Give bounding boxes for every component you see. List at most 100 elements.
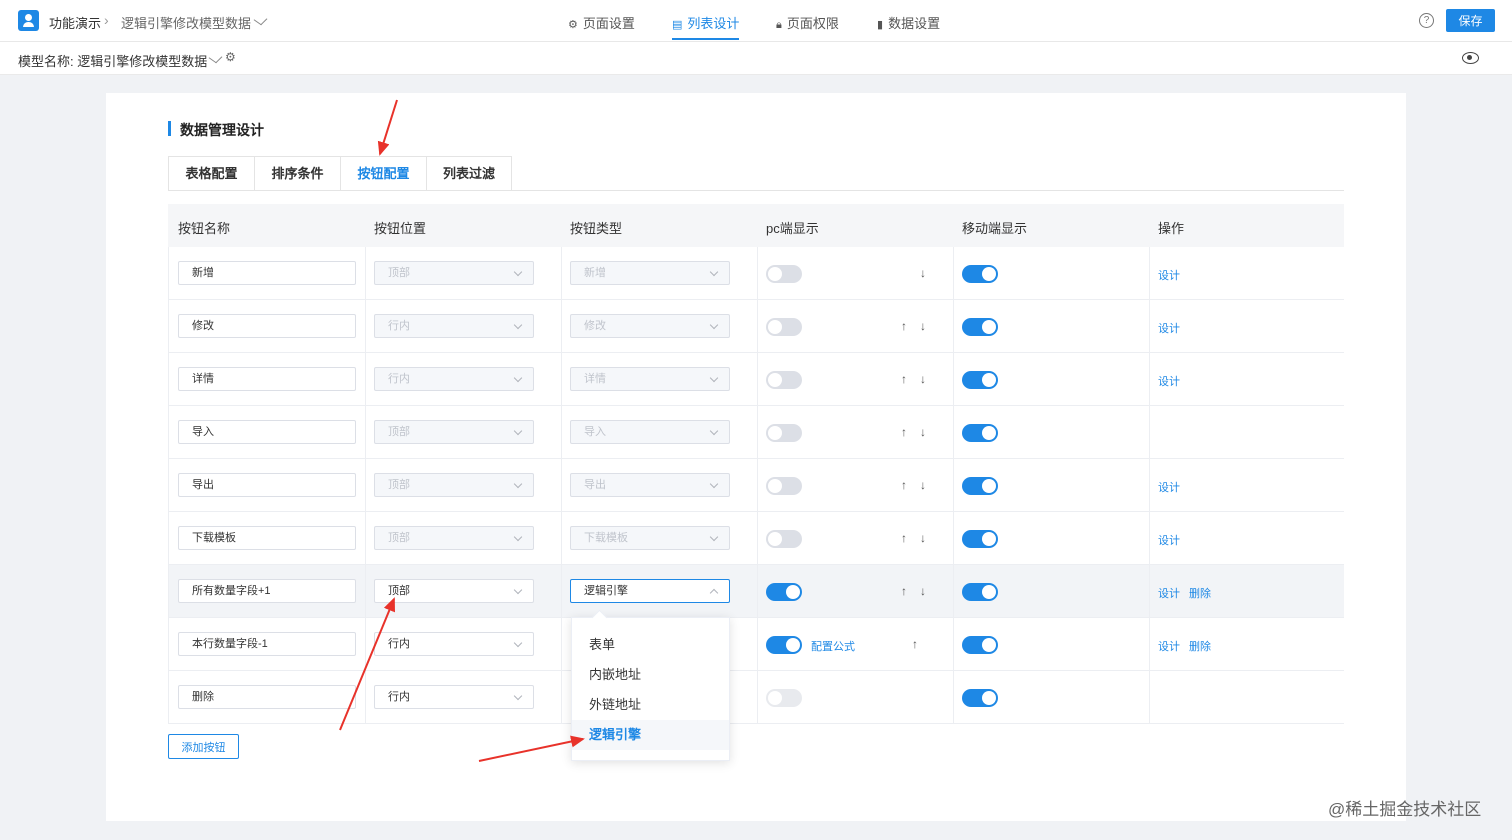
dropdown-option-form[interactable]: 表单 xyxy=(572,630,729,660)
model-bar: 模型名称: 逻辑引擎修改模型数据 ⚙ xyxy=(0,42,1512,75)
bar-chart-icon: ▮ xyxy=(877,19,884,31)
add-button[interactable]: 添加按钮 xyxy=(168,734,239,759)
configure-formula-link[interactable]: 配置公式 xyxy=(811,638,855,654)
button-name-input[interactable]: 导出 xyxy=(178,473,356,497)
move-up-icon[interactable]: ↑ xyxy=(901,425,907,439)
design-link[interactable]: 设计 xyxy=(1158,373,1180,389)
button-type-select[interactable]: 逻辑引擎 xyxy=(570,579,730,603)
move-down-icon[interactable]: ↓ xyxy=(920,266,926,280)
button-type-select[interactable]: 修改 xyxy=(570,314,730,338)
design-link[interactable]: 设计 xyxy=(1158,479,1180,495)
delete-link[interactable]: 删除 xyxy=(1189,585,1211,601)
preview-eye-icon[interactable] xyxy=(1462,52,1479,64)
button-position-select[interactable]: 行内 xyxy=(374,314,534,338)
move-down-icon[interactable]: ↓ xyxy=(920,584,926,598)
move-up-icon[interactable]: ↑ xyxy=(901,584,907,598)
help-icon[interactable]: ? xyxy=(1419,13,1434,28)
model-settings-icon[interactable]: ⚙ xyxy=(225,50,236,64)
move-down-icon[interactable]: ↓ xyxy=(920,425,926,439)
button-name-input[interactable]: 本行数量字段-1 xyxy=(178,632,356,656)
design-link[interactable]: 设计 xyxy=(1158,267,1180,283)
move-up-icon[interactable]: ↑ xyxy=(912,637,918,651)
chevron-down-icon xyxy=(709,320,719,330)
col-mobile-display: 移动端显示 xyxy=(962,221,1028,236)
button-position-select[interactable]: 行内 xyxy=(374,367,534,391)
delete-link[interactable]: 删除 xyxy=(1189,638,1211,654)
type-value: 逻辑引擎 xyxy=(584,585,628,597)
tab-page-permission[interactable]: 🔒︎ 页面权限 xyxy=(776,13,839,32)
button-position-select[interactable]: 顶部 xyxy=(374,579,534,603)
pc-display-toggle[interactable] xyxy=(766,530,802,548)
button-type-select[interactable]: 详情 xyxy=(570,367,730,391)
position-value: 顶部 xyxy=(388,479,410,491)
button-name-input[interactable]: 详情 xyxy=(178,367,356,391)
model-edit-icon[interactable] xyxy=(208,51,223,64)
button-type-select[interactable]: 下载模板 xyxy=(570,526,730,550)
button-position-select[interactable]: 行内 xyxy=(374,685,534,709)
button-name-input[interactable]: 修改 xyxy=(178,314,356,338)
subtab-list-filter[interactable]: 列表过滤 xyxy=(426,156,512,191)
move-down-icon[interactable]: ↓ xyxy=(920,478,926,492)
tab-list-design[interactable]: ▤ 列表设计 xyxy=(672,13,739,32)
subtab-sort-conditions[interactable]: 排序条件 xyxy=(254,156,340,191)
design-link[interactable]: 设计 xyxy=(1158,320,1180,336)
breadcrumb-home[interactable]: 功能演示 xyxy=(49,13,101,32)
move-up-icon[interactable]: ↑ xyxy=(901,531,907,545)
dropdown-option-logic-engine[interactable]: 逻辑引擎 xyxy=(572,720,729,750)
button-position-select[interactable]: 顶部 xyxy=(374,420,534,444)
button-name-input[interactable]: 导入 xyxy=(178,420,356,444)
button-type-select[interactable]: 导出 xyxy=(570,473,730,497)
chevron-down-icon xyxy=(513,638,523,648)
mobile-display-toggle[interactable] xyxy=(962,477,998,495)
button-position-select[interactable]: 顶部 xyxy=(374,526,534,550)
button-name-input[interactable]: 所有数量字段+1 xyxy=(178,579,356,603)
pc-display-toggle[interactable] xyxy=(766,318,802,336)
move-down-icon[interactable]: ↓ xyxy=(920,372,926,386)
button-type-select[interactable]: 导入 xyxy=(570,420,730,444)
design-link[interactable]: 设计 xyxy=(1158,638,1180,654)
pc-display-toggle[interactable] xyxy=(766,636,802,654)
button-position-select[interactable]: 行内 xyxy=(374,632,534,656)
dropdown-option-external-url[interactable]: 外链地址 xyxy=(572,690,729,720)
save-button[interactable]: 保存 xyxy=(1446,9,1495,32)
mobile-display-toggle[interactable] xyxy=(962,583,998,601)
mobile-display-toggle[interactable] xyxy=(962,689,998,707)
subtab-table-config[interactable]: 表格配置 xyxy=(168,156,254,191)
chevron-down-icon xyxy=(513,373,523,383)
tab-data-settings[interactable]: ▮ 数据设置 xyxy=(877,13,940,32)
button-name-input[interactable]: 下载模板 xyxy=(178,526,356,550)
move-up-icon[interactable]: ↑ xyxy=(901,478,907,492)
pc-display-toggle[interactable] xyxy=(766,477,802,495)
button-name-input[interactable]: 新增 xyxy=(178,261,356,285)
pc-display-toggle[interactable] xyxy=(766,583,802,601)
dropdown-option-embedded-url[interactable]: 内嵌地址 xyxy=(572,660,729,690)
subtab-button-config[interactable]: 按钮配置 xyxy=(340,156,426,191)
move-up-icon[interactable]: ↑ xyxy=(901,319,907,333)
button-position-select[interactable]: 顶部 xyxy=(374,473,534,497)
pc-display-toggle[interactable] xyxy=(766,424,802,442)
tab-page-settings[interactable]: ⚙ 页面设置 xyxy=(568,13,635,32)
design-link[interactable]: 设计 xyxy=(1158,532,1180,548)
mobile-display-toggle[interactable] xyxy=(962,636,998,654)
move-down-icon[interactable]: ↓ xyxy=(920,531,926,545)
mobile-display-toggle[interactable] xyxy=(962,265,998,283)
move-up-icon[interactable]: ↑ xyxy=(901,372,907,386)
position-value: 顶部 xyxy=(388,585,410,597)
pc-display-toggle[interactable] xyxy=(766,371,802,389)
mobile-display-toggle[interactable] xyxy=(962,371,998,389)
subtabs-divider xyxy=(168,190,1344,191)
pc-display-toggle[interactable] xyxy=(766,689,802,707)
button-type-select[interactable]: 新增 xyxy=(570,261,730,285)
move-down-icon[interactable]: ↓ xyxy=(920,319,926,333)
mobile-display-toggle[interactable] xyxy=(962,424,998,442)
button-type-dropdown: 表单 内嵌地址 外链地址 逻辑引擎 xyxy=(571,617,730,761)
button-position-select[interactable]: 顶部 xyxy=(374,261,534,285)
col-button-type: 按钮类型 xyxy=(570,221,623,236)
button-name-input[interactable]: 删除 xyxy=(178,685,356,709)
mobile-display-toggle[interactable] xyxy=(962,530,998,548)
active-tab-indicator xyxy=(672,38,739,40)
edit-icon[interactable] xyxy=(253,13,268,26)
mobile-display-toggle[interactable] xyxy=(962,318,998,336)
design-link[interactable]: 设计 xyxy=(1158,585,1180,601)
pc-display-toggle[interactable] xyxy=(766,265,802,283)
